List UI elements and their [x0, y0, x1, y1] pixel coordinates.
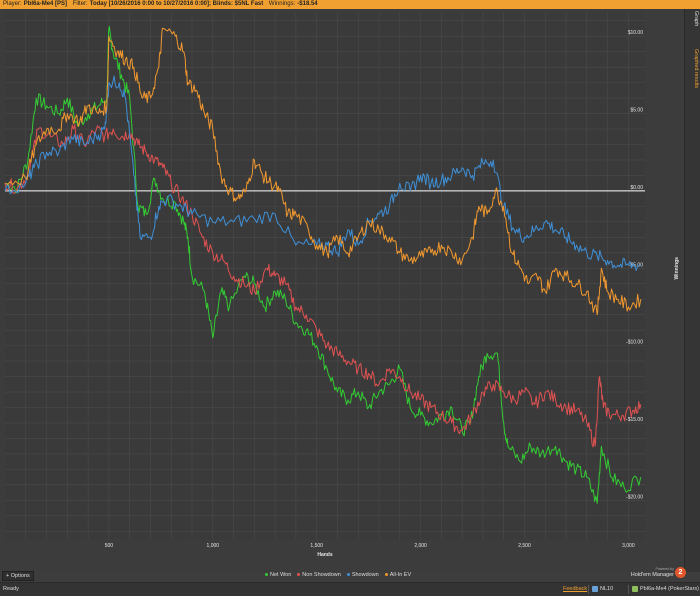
status-bar: Ready Feedback NL10 Pbl6a-Me4 (PokerStar… — [0, 582, 700, 596]
right-side-panel: Graph Graphed results — [684, 9, 700, 572]
winnings-value: -$18.54 — [297, 1, 318, 7]
legend-item[interactable]: Non Showdown — [297, 572, 341, 578]
stake-selector[interactable]: NL10 — [592, 583, 613, 596]
plot-background — [5, 13, 645, 539]
filter-bar: Player: Pbl6a-Me4 [PS] Filter: Today [10/2… — [0, 0, 700, 9]
divider — [588, 585, 589, 594]
player-icon — [632, 585, 638, 592]
options-button[interactable]: + Options — [2, 571, 34, 581]
player-selector[interactable]: Pbl6a-Me4 (PokerStars) — [632, 583, 699, 596]
legend-swatch — [346, 573, 350, 577]
legend-swatch — [297, 573, 301, 577]
tab-graph[interactable]: Graph — [687, 11, 699, 26]
x-axis-title: Hands — [317, 552, 333, 558]
legend-label: Non Showdown — [302, 572, 341, 578]
cards-icon — [592, 585, 598, 592]
x-tick-label: 1,000 — [207, 543, 220, 549]
y-tick-label: $5.00 — [630, 108, 643, 114]
y-tick-label: $10.00 — [628, 30, 644, 36]
x-tick-label: 2,000 — [414, 543, 427, 549]
status-ready: Ready — [3, 586, 19, 592]
x-tick-label: 3,000 — [622, 543, 635, 549]
chart-legend: Net Won Non Showdown Showdown All-In EV — [265, 571, 411, 579]
x-tick-label: 500 — [105, 543, 114, 549]
legend-swatch — [384, 573, 388, 577]
tab-graphed-results[interactable]: Graphed results — [687, 49, 699, 88]
filter-value[interactable]: Today [10/26/2016 0:00 to 10/27/2016 0:0… — [90, 1, 264, 7]
filter-label: Filter: — [72, 1, 88, 7]
player-label: Player: — [3, 1, 22, 7]
x-tick-label: 2,500 — [518, 543, 531, 549]
y-tick-label: -$20.00 — [626, 494, 643, 500]
brand-name: Hold'em Manager — [630, 572, 674, 578]
y-axis-title: Winnings — [674, 257, 680, 280]
expand-icon: + — [6, 573, 10, 579]
legend-item[interactable]: Net Won — [265, 572, 291, 578]
legend-label: Net Won — [270, 572, 292, 578]
legend-label: All-In EV — [389, 572, 412, 578]
y-tick-label: -$15.00 — [626, 417, 643, 423]
legend-swatch — [265, 573, 268, 577]
player-value[interactable]: Pbl6a-Me4 [PS] — [24, 1, 67, 7]
x-tick-label: 1,500 — [310, 543, 323, 549]
y-tick-label: -$10.00 — [626, 340, 643, 346]
legend-item[interactable]: All-In EV — [384, 572, 412, 578]
winnings-label: Winnings: — [268, 1, 296, 7]
legend-label: Showdown — [351, 572, 379, 578]
player-status-label: Pbl6a-Me4 (PokerStars) — [640, 586, 699, 592]
legend-item[interactable]: Showdown — [346, 572, 379, 578]
stake-label: NL10 — [600, 586, 614, 592]
graph-area: $10.00 $5.00 $0.00 -$5.00 -$10.00 -$15.00 -$20… — [0, 9, 684, 572]
options-label: Options — [10, 573, 30, 579]
winnings-chart[interactable]: $10.00$5.00$0.00-$5.00-$10.00-$15.00-$20… — [0, 9, 684, 572]
feedback-link[interactable]: Feedback — [563, 583, 587, 596]
brand-logo: Powered by Hold'em Manager 2 — [624, 566, 694, 580]
divider — [628, 585, 629, 594]
y-tick-label: $0.00 — [630, 185, 643, 191]
hm2-logo-icon: 2 — [675, 567, 686, 578]
powered-by-text: Powered by — [655, 567, 674, 571]
